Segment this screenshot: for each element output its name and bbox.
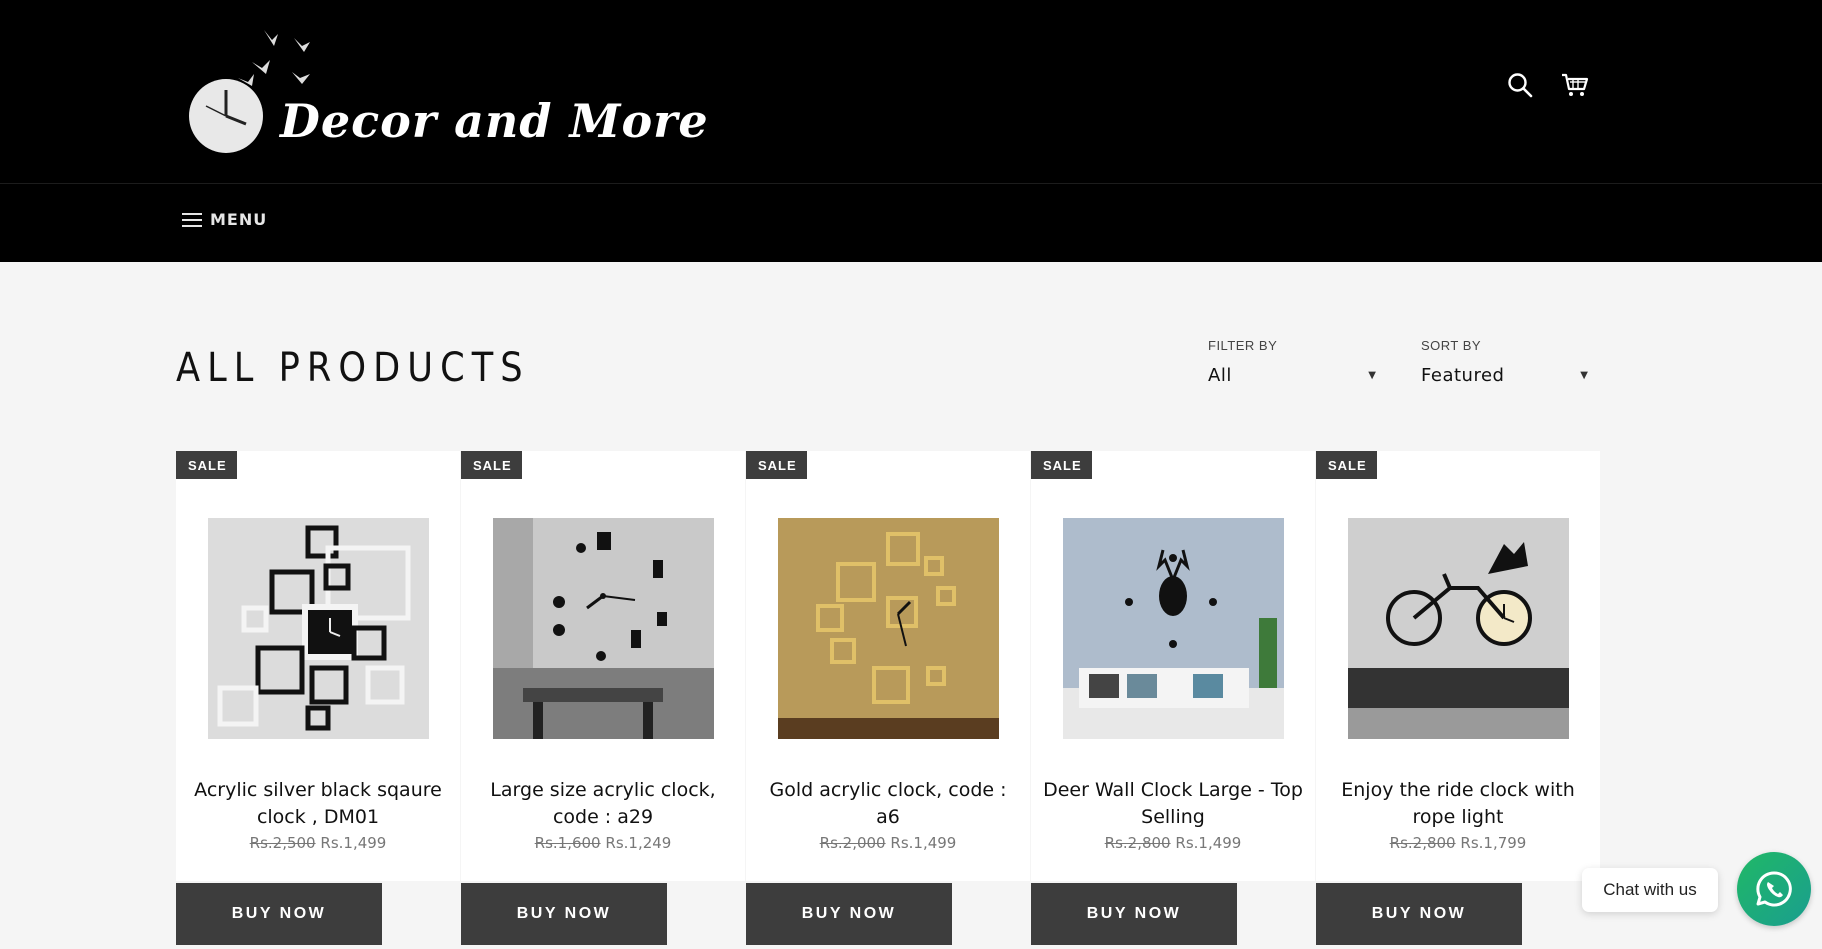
caret-down-icon: ▼: [1368, 370, 1376, 381]
sort-by-label: SORT BY: [1421, 338, 1482, 353]
sort-value: Featured: [1421, 365, 1505, 386]
product-price: Rs.2,000 Rs.1,499: [746, 834, 1030, 852]
product-title[interactable]: Acrylic silver black sqaure clock , DM01: [186, 777, 450, 831]
whatsapp-icon: [1756, 871, 1792, 907]
site-nav: MENU: [0, 184, 1822, 262]
buy-now-button[interactable]: BUY NOW: [461, 883, 667, 945]
product-title[interactable]: Gold acrylic clock, code : a6: [756, 777, 1020, 831]
product-image[interactable]: [493, 518, 714, 739]
search-icon[interactable]: [1507, 72, 1533, 98]
buy-now-button[interactable]: BUY NOW: [746, 883, 952, 945]
site-logo[interactable]: Decor and More: [176, 16, 738, 157]
caret-down-icon: ▼: [1580, 370, 1588, 381]
product-title[interactable]: Large size acrylic clock, code : a29: [471, 777, 735, 831]
sale-badge: SALE: [176, 451, 237, 479]
compare-price: Rs.2,800: [1389, 834, 1456, 852]
menu-button[interactable]: MENU: [182, 210, 267, 229]
buy-now-button[interactable]: BUY NOW: [1031, 883, 1237, 945]
compare-price: Rs.2,500: [249, 834, 316, 852]
filter-by-dropdown: FILTER BY All ▼: [1208, 338, 1376, 386]
product-image[interactable]: [1348, 518, 1569, 739]
product-card[interactable]: SALE Large size acrylic clock, code : a2…: [461, 451, 745, 881]
product-card[interactable]: SALE Enjoy the ride clock with rope ligh…: [1316, 451, 1600, 881]
filter-value: All: [1208, 365, 1232, 386]
product-price: Rs.1,600 Rs.1,249: [461, 834, 745, 852]
sale-price: Rs.1,499: [320, 834, 387, 852]
page-title: ALL PRODUCTS: [176, 345, 530, 391]
sale-price: Rs.1,249: [605, 834, 672, 852]
filter-by-label: FILTER BY: [1208, 338, 1278, 353]
sale-badge: SALE: [461, 451, 522, 479]
compare-price: Rs.1,600: [534, 834, 601, 852]
product-price: Rs.2,500 Rs.1,499: [176, 834, 460, 852]
sort-select[interactable]: Featured ▼: [1421, 365, 1588, 386]
cart-icon[interactable]: [1561, 72, 1589, 98]
product-image[interactable]: [208, 518, 429, 739]
sale-price: Rs.1,499: [890, 834, 957, 852]
sale-price: Rs.1,499: [1175, 834, 1242, 852]
chat-with-us-bubble[interactable]: Chat with us: [1582, 868, 1718, 912]
logo-wordmark: Decor and More: [280, 94, 709, 148]
sale-badge: SALE: [746, 451, 807, 479]
compare-price: Rs.2,800: [1104, 834, 1171, 852]
product-image[interactable]: [1063, 518, 1284, 739]
menu-label: MENU: [210, 210, 268, 229]
buy-now-button[interactable]: BUY NOW: [176, 883, 382, 945]
filter-select[interactable]: All ▼: [1208, 365, 1376, 386]
product-price: Rs.2,800 Rs.1,799: [1316, 834, 1600, 852]
sale-badge: SALE: [1316, 451, 1377, 479]
sort-by-dropdown: SORT BY Featured ▼: [1421, 338, 1588, 386]
whatsapp-button[interactable]: [1737, 852, 1811, 926]
hamburger-icon: [182, 212, 202, 227]
product-image[interactable]: [778, 518, 999, 739]
product-title[interactable]: Deer Wall Clock Large - Top Selling: [1041, 777, 1305, 831]
product-card[interactable]: SALE Gold acrylic clock, code : a6 Rs.2,…: [746, 451, 1030, 881]
product-card[interactable]: SALE Acrylic silver black sqaure clock ,…: [176, 451, 460, 881]
sale-badge: SALE: [1031, 451, 1092, 479]
compare-price: Rs.2,000: [819, 834, 886, 852]
product-card[interactable]: SALE Deer Wall Clock Large - Top Selling…: [1031, 451, 1315, 881]
sale-price: Rs.1,799: [1460, 834, 1527, 852]
buy-now-button[interactable]: BUY NOW: [1316, 883, 1522, 945]
product-price: Rs.2,800 Rs.1,499: [1031, 834, 1315, 852]
product-title[interactable]: Enjoy the ride clock with rope light: [1326, 777, 1590, 831]
site-header: Decor and More: [0, 0, 1822, 183]
